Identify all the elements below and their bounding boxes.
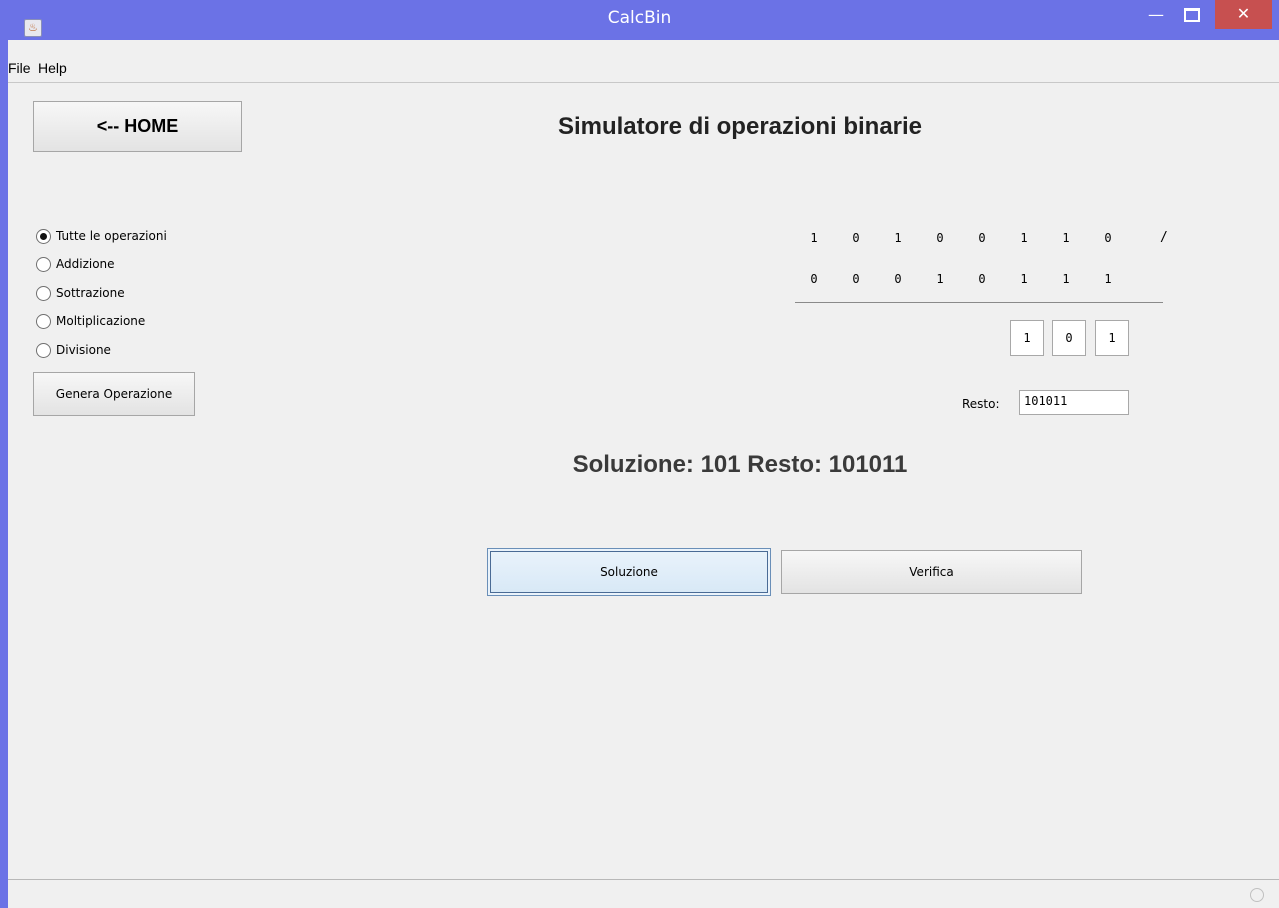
solution-text: Soluzione: 101 Resto: 101011 — [572, 451, 908, 478]
close-button[interactable]: ✕ — [1215, 0, 1272, 29]
operation-divider-line — [795, 302, 1163, 303]
verify-button[interactable]: Verifica — [781, 550, 1082, 594]
radio-label: Sottrazione — [56, 286, 125, 300]
operand-digit: 0 — [978, 272, 986, 286]
operand-digit: 1 — [894, 231, 902, 245]
generate-operation-button[interactable]: Genera Operazione — [33, 372, 195, 416]
radio-button[interactable] — [36, 314, 51, 329]
remainder-label: Resto: — [962, 397, 1000, 411]
solution-button[interactable]: Soluzione — [487, 548, 771, 596]
remainder-input[interactable]: 101011 — [1019, 390, 1129, 415]
maximize-icon — [1184, 8, 1200, 22]
minimize-button[interactable]: — — [1141, 4, 1171, 28]
operand-digit: 1 — [810, 231, 818, 245]
menu-bar: File Help — [8, 58, 1279, 83]
radio-label: Tutte le operazioni — [56, 229, 167, 243]
operand-digit: 0 — [894, 272, 902, 286]
radio-button[interactable] — [36, 229, 51, 244]
radio-button[interactable] — [36, 286, 51, 301]
operator-sign: / — [1160, 230, 1168, 245]
operand-digit: 0 — [1104, 231, 1112, 245]
busy-indicator-icon — [1250, 888, 1264, 902]
operand-digit: 1 — [1104, 272, 1112, 286]
menu-file[interactable]: File — [8, 60, 31, 76]
operand-digit: 1 — [1020, 231, 1028, 245]
radio-label: Divisione — [56, 343, 111, 357]
radio-label: Moltiplicazione — [56, 314, 146, 328]
radio-selected-dot — [40, 233, 47, 240]
window-border — [0, 40, 8, 908]
operand-digit: 1 — [1062, 231, 1070, 245]
menu-help[interactable]: Help — [38, 60, 67, 76]
operand-digit: 0 — [810, 272, 818, 286]
operand-digit: 0 — [852, 231, 860, 245]
page-title: Simulatore di operazioni binarie — [557, 113, 923, 140]
operand-digit: 0 — [852, 272, 860, 286]
operand-digit: 1 — [936, 272, 944, 286]
radio-button[interactable] — [36, 257, 51, 272]
operand-digit: 0 — [978, 231, 986, 245]
answer-digit-field[interactable]: 1 — [1095, 320, 1129, 356]
answer-digit-field[interactable]: 0 — [1052, 320, 1086, 356]
home-button[interactable]: <-- HOME — [33, 101, 242, 152]
radio-button[interactable] — [36, 343, 51, 358]
window-title: CalcBin — [607, 8, 672, 28]
operand-digit: 0 — [936, 231, 944, 245]
status-bar-divider — [8, 879, 1279, 880]
radio-label: Addizione — [56, 257, 115, 271]
operand-digit: 1 — [1062, 272, 1070, 286]
maximize-button[interactable] — [1176, 4, 1206, 28]
title-bar: ♨ CalcBin — ✕ — [0, 0, 1279, 40]
operand-digit: 1 — [1020, 272, 1028, 286]
answer-digit-field[interactable]: 1 — [1010, 320, 1044, 356]
